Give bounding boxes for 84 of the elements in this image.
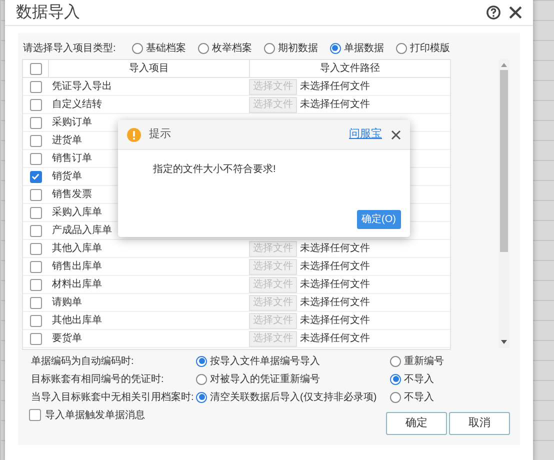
checkbox[interactable] xyxy=(29,409,41,421)
file-path-text: 未选择任何文件 xyxy=(300,278,370,292)
table-cell-text: 销售订单 xyxy=(52,152,92,166)
confirm-button[interactable]: 确定(O) xyxy=(356,210,401,229)
table-cell-text: 自定义结转 xyxy=(52,98,102,112)
radio-button[interactable] xyxy=(264,42,275,54)
table-cell-text: 请购单 xyxy=(52,296,82,310)
scrollbar[interactable] xyxy=(499,59,509,348)
radio-label: 对被导入的凭证重新编号 xyxy=(210,372,320,386)
ok-button[interactable]: 确定 xyxy=(386,412,447,435)
checkbox[interactable] xyxy=(30,80,42,92)
checkbox[interactable] xyxy=(30,296,42,308)
table-cell-text: 采购订单 xyxy=(52,116,92,130)
table-cell-text: 采购入库单 xyxy=(52,206,102,220)
cancel-button[interactable]: 取消 xyxy=(449,412,510,435)
radio-button[interactable] xyxy=(330,42,341,54)
checkbox[interactable] xyxy=(30,134,42,146)
column-header: 导入项目 xyxy=(48,60,249,77)
checkbox-label: 导入单据触发单据消息 xyxy=(45,408,145,422)
table-cell-text: 其他出库单 xyxy=(52,314,102,328)
radio-button[interactable] xyxy=(196,374,207,384)
file-path-text: 未选择任何文件 xyxy=(300,242,370,256)
checkbox[interactable] xyxy=(30,170,42,182)
file-path-text: 未选择任何文件 xyxy=(300,98,370,112)
checkbox[interactable] xyxy=(30,332,42,344)
radio-button[interactable] xyxy=(390,392,401,402)
checkbox[interactable] xyxy=(30,116,42,128)
table-cell-text: 销售发票 xyxy=(52,188,92,202)
help-icon[interactable] xyxy=(486,5,501,20)
file-path-text: 未选择任何文件 xyxy=(300,80,370,94)
radio-button[interactable] xyxy=(390,374,401,384)
scroll-down-icon[interactable] xyxy=(501,340,507,344)
table-cell-text: 销售出库单 xyxy=(52,260,102,274)
radio-label: 重新编号 xyxy=(404,354,444,368)
table-cell-text: 产成品入库单 xyxy=(52,224,112,238)
radio-label: 不导入 xyxy=(404,390,434,404)
table-cell-text: 销货单 xyxy=(52,170,82,184)
window-title: 数据导入 xyxy=(16,2,80,22)
radio-button[interactable] xyxy=(396,42,407,54)
checkbox[interactable] xyxy=(30,62,42,74)
table-cell-text: 进货单 xyxy=(52,134,82,148)
table-cell-text: 凭证导入导出 xyxy=(52,80,112,94)
scroll-thumb[interactable] xyxy=(500,70,508,252)
file-path-text: 未选择任何文件 xyxy=(300,314,370,328)
radio-button[interactable] xyxy=(390,356,401,366)
type-label: 请选择导入项目类型: xyxy=(23,42,116,56)
file-path-text: 未选择任何文件 xyxy=(300,260,370,274)
alert-message: 指定的文件大小不符合要求! xyxy=(153,162,277,177)
checkbox[interactable] xyxy=(30,188,42,200)
table-cell-text: 其他入库单 xyxy=(52,242,102,256)
radio-button[interactable] xyxy=(196,392,207,402)
alert-title: 提示 xyxy=(149,127,171,142)
radio-button[interactable] xyxy=(132,42,143,54)
file-path-text: 未选择任何文件 xyxy=(300,332,370,346)
radio-label: 按导入文件单据编号导入 xyxy=(210,354,320,368)
radio-label: 单据数据 xyxy=(344,42,384,56)
help-link[interactable]: 问服宝 xyxy=(349,126,382,143)
radio-button[interactable] xyxy=(198,42,209,54)
checkbox[interactable] xyxy=(30,98,42,110)
column-header: 导入文件路径 xyxy=(249,60,450,77)
file-path-text: 未选择任何文件 xyxy=(300,296,370,310)
scroll-up-icon[interactable] xyxy=(501,63,507,67)
checkbox[interactable] xyxy=(30,260,42,272)
radio-label: 期初数据 xyxy=(278,42,318,56)
checkbox[interactable] xyxy=(30,206,42,218)
checkbox[interactable] xyxy=(30,242,42,254)
radio-label: 打印模版 xyxy=(410,42,450,56)
close-icon[interactable] xyxy=(391,130,401,140)
setting-label: 目标账套有相同编号的凭证时: xyxy=(31,372,164,386)
setting-label: 当导入目标账套中无相关引用档案时: xyxy=(31,390,194,404)
setting-label: 单据编码为自动编码时: xyxy=(31,354,134,368)
warning-icon xyxy=(127,128,141,142)
checkbox[interactable] xyxy=(30,224,42,236)
checkbox[interactable] xyxy=(30,152,42,164)
checkbox[interactable] xyxy=(30,314,42,326)
table-cell-text: 材料出库单 xyxy=(52,278,102,292)
checkbox[interactable] xyxy=(30,278,42,290)
table-cell-text: 要货单 xyxy=(52,332,82,346)
radio-label: 枚举档案 xyxy=(212,42,252,56)
radio-label: 清空关联数据后导入(仅支持非必录项) xyxy=(210,390,377,404)
radio-button[interactable] xyxy=(196,356,207,366)
radio-label: 不导入 xyxy=(404,372,434,386)
close-icon[interactable] xyxy=(509,6,522,19)
radio-label: 基础档案 xyxy=(146,42,186,56)
